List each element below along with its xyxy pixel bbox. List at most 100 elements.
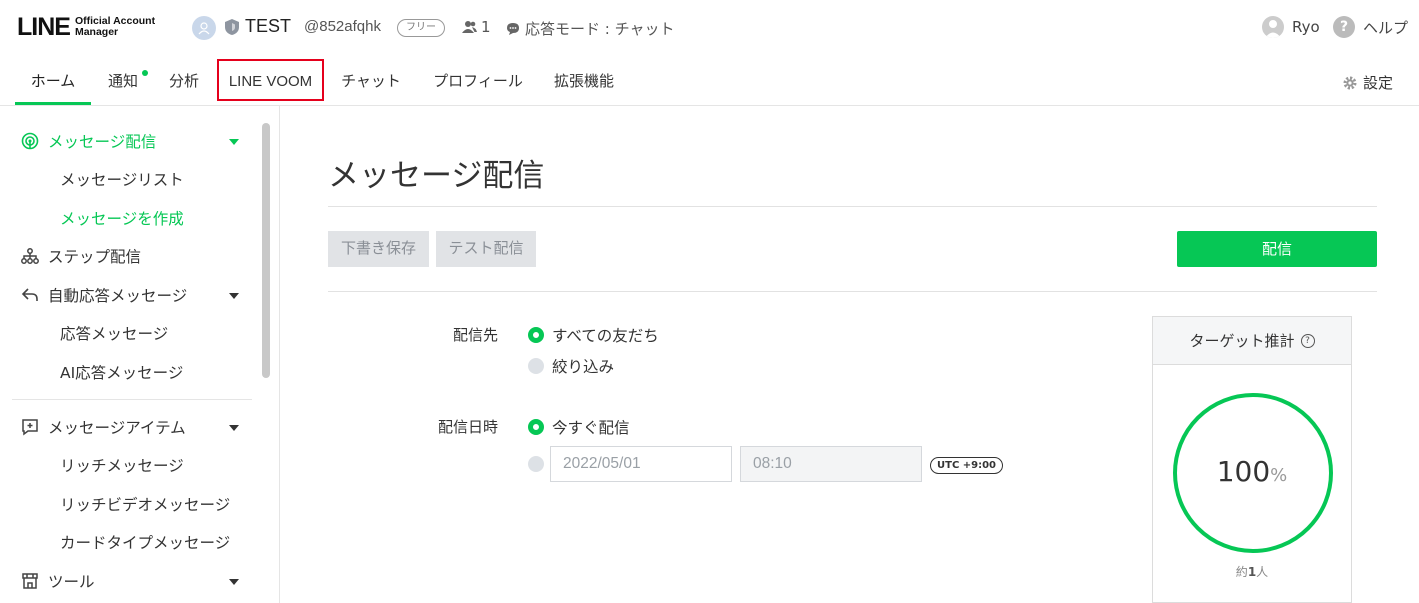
timezone-badge: UTC +9:00 xyxy=(930,457,1004,474)
radio-unselected-icon xyxy=(528,456,544,472)
tab-profile-label: プロフィール xyxy=(433,72,523,90)
person-icon xyxy=(198,22,210,35)
store-icon xyxy=(20,571,40,591)
page-title: メッセージ配信 xyxy=(328,158,545,194)
user-name: Ryo xyxy=(1292,18,1320,36)
sidebar-item-tools[interactable]: ツール xyxy=(20,570,95,592)
radio-send-now[interactable]: 今すぐ配信 xyxy=(528,416,630,438)
gear-icon xyxy=(1343,76,1357,89)
sidebar-item-auto-reply[interactable]: 自動応答メッセージ xyxy=(20,284,187,306)
help-circle-icon[interactable]: ? xyxy=(1300,333,1315,348)
account-name[interactable]: TEST xyxy=(245,16,291,37)
recipients-label: 配信先 xyxy=(453,326,499,344)
target-percent-unit: % xyxy=(1270,465,1288,486)
sidebar: メッセージ配信 メッセージリスト メッセージを作成 ステップ配信 自動応答メッセ… xyxy=(0,106,280,603)
sidebar-item-label: ツール xyxy=(48,573,95,591)
target-estimate-header: ターゲット推計 ? xyxy=(1153,317,1351,365)
user-avatar-icon xyxy=(1262,16,1284,38)
estimate-prefix: 約 xyxy=(1235,565,1248,579)
sidebar-item-message-broadcast[interactable]: メッセージ配信 xyxy=(20,130,156,152)
save-draft-button[interactable]: 下書き保存 xyxy=(328,231,429,267)
top-header: LINE Official Account Manager TEST @852a… xyxy=(0,0,1419,58)
time-field[interactable]: 08:10 xyxy=(740,446,922,482)
chevron-down-icon[interactable] xyxy=(229,293,239,299)
tab-home-label: ホーム xyxy=(30,72,76,90)
chevron-down-icon[interactable] xyxy=(229,579,239,585)
sidebar-item-label: 自動応答メッセージ xyxy=(48,287,188,305)
notification-dot xyxy=(142,70,148,76)
shield-icon xyxy=(225,19,239,35)
target-estimate-panel: ターゲット推計 ? 100% 約1人 xyxy=(1152,316,1352,603)
response-mode[interactable]: 応答モード : チャット xyxy=(506,18,674,39)
logo-subtitle: Official Account Manager xyxy=(75,16,155,38)
sidebar-divider xyxy=(12,399,252,400)
datetime-label: 配信日時 xyxy=(438,418,499,436)
sidebar-subitem-reply-message[interactable]: 応答メッセージ xyxy=(60,322,168,344)
user-menu[interactable]: Ryo xyxy=(1262,16,1320,38)
radio-send-now-label: 今すぐ配信 xyxy=(552,419,630,437)
sidebar-subitem-card-message[interactable]: カードタイプメッセージ xyxy=(60,531,230,553)
tab-analytics-label: 分析 xyxy=(168,72,199,90)
date-field[interactable]: 2022/05/01 xyxy=(550,446,732,482)
account-avatar[interactable] xyxy=(192,16,216,40)
sidebar-item-label: メッセージアイテム xyxy=(48,419,186,437)
line-logo[interactable]: LINE Official Account Manager xyxy=(17,14,155,40)
sidebar-subitem-rich-video-message[interactable]: リッチビデオメッセージ xyxy=(60,493,230,515)
help-icon: ? xyxy=(1333,16,1355,38)
friends-icon xyxy=(462,21,477,33)
settings-link[interactable]: 設定 xyxy=(1343,72,1393,93)
sidebar-scrollbar-thumb[interactable] xyxy=(262,123,270,378)
estimate-unit: 人 xyxy=(1256,565,1269,579)
tab-home[interactable]: ホーム xyxy=(15,58,91,105)
tab-profile[interactable]: プロフィール xyxy=(428,58,528,105)
radio-filter[interactable]: 絞り込み xyxy=(528,355,614,377)
sidebar-item-label: メッセージ配信 xyxy=(48,133,157,151)
sidebar-item-label: ステップ配信 xyxy=(48,248,142,266)
sidebar-subitem-create-message[interactable]: メッセージを作成 xyxy=(60,207,184,229)
tab-analytics[interactable]: 分析 xyxy=(164,58,204,105)
plan-badge: フリー xyxy=(397,19,445,37)
chevron-down-icon[interactable] xyxy=(229,139,239,145)
response-mode-label: 応答モード : チャット xyxy=(525,20,675,38)
radio-selected-icon xyxy=(528,419,544,435)
help-label: ヘルプ xyxy=(1363,18,1409,37)
tab-notifications-label: 通知 xyxy=(107,72,138,90)
settings-label: 設定 xyxy=(1363,74,1394,92)
estimate-value: 1 xyxy=(1247,565,1257,579)
chat-bubble-icon xyxy=(507,22,519,35)
target-estimate-count: 約1人 xyxy=(1153,563,1351,580)
main-nav: ホーム 通知 分析 LINE VOOM チャット プロフィール 拡張機能 設定 xyxy=(0,58,1419,106)
sidebar-item-step-broadcast[interactable]: ステップ配信 xyxy=(20,245,141,267)
tab-notifications[interactable]: 通知 xyxy=(103,58,143,105)
radio-filter-label: 絞り込み xyxy=(552,358,615,376)
logo-text: LINE xyxy=(17,12,71,41)
sidebar-subitem-ai-reply-message[interactable]: AI応答メッセージ xyxy=(60,361,183,383)
send-button[interactable]: 配信 xyxy=(1177,231,1377,267)
broadcast-icon xyxy=(20,131,40,151)
logo-sub-line2: Manager xyxy=(74,26,119,38)
reply-icon xyxy=(20,285,40,305)
friends-count-value: 1 xyxy=(481,18,491,36)
help-link[interactable]: ? ヘルプ xyxy=(1333,16,1408,38)
radio-unselected-icon xyxy=(528,358,544,374)
toolbar-divider xyxy=(328,291,1377,292)
target-estimate-title: ターゲット推計 xyxy=(1189,332,1295,350)
account-id: @852afqhk xyxy=(304,18,381,35)
friends-count: 1 xyxy=(462,18,491,36)
chevron-down-icon[interactable] xyxy=(229,425,239,431)
radio-selected-icon xyxy=(528,327,544,343)
sidebar-subitem-rich-message[interactable]: リッチメッセージ xyxy=(60,454,184,476)
tab-extensions[interactable]: 拡張機能 xyxy=(549,58,619,105)
target-percent-value: 100 xyxy=(1216,455,1271,488)
sidebar-item-message-items[interactable]: メッセージアイテム xyxy=(20,416,186,438)
test-send-button[interactable]: テスト配信 xyxy=(436,231,536,267)
radio-all-friends[interactable]: すべての友だち xyxy=(528,324,659,346)
line-voom-highlight-box xyxy=(217,59,324,101)
target-percent: 100% xyxy=(1153,455,1351,488)
sidebar-subitem-message-list[interactable]: メッセージリスト xyxy=(60,168,184,190)
step-icon xyxy=(20,246,40,266)
radio-schedule[interactable] xyxy=(528,456,544,472)
title-divider xyxy=(328,206,1377,207)
tab-chat[interactable]: チャット xyxy=(336,58,406,105)
radio-all-friends-label: すべての友だち xyxy=(552,327,659,345)
